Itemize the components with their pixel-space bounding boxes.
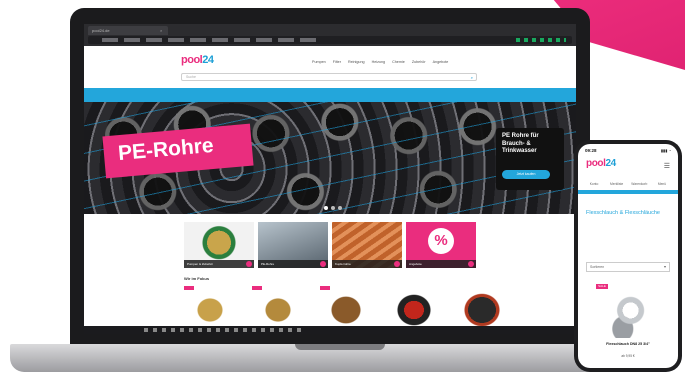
hero-banner[interactable]: PE-Rohre PE Rohre für Brauch- & Trinkwas… <box>84 102 576 214</box>
category-tile[interactable]: PE-Rohre <box>258 222 328 268</box>
phone-site-logo[interactable]: pool24 <box>586 158 616 169</box>
phone-header-icons: Konto Merkliste Warenkorb Menü <box>584 182 672 186</box>
laptop-screen: pool24.de × pool24 Pumpen Filter Reinigu… <box>84 24 576 334</box>
chevron-down-icon: ▾ <box>663 264 666 269</box>
nav-item-filter[interactable]: Filter <box>333 60 341 64</box>
arrow-icon <box>320 261 326 267</box>
carousel-dots[interactable] <box>324 206 342 210</box>
nav-item-angebote[interactable]: Angebote <box>433 60 449 64</box>
percent-icon: % <box>428 228 454 254</box>
carousel-dot[interactable] <box>331 206 335 210</box>
sale-badge <box>184 286 194 290</box>
sale-badge <box>252 286 262 290</box>
nav-item-reinigung[interactable]: Reinigung <box>348 60 365 64</box>
cart-icon[interactable]: Warenkorb <box>629 182 649 186</box>
main-nav: Pumpen Filter Reinigung Heizung Chemie Z… <box>312 60 448 64</box>
more-icon[interactable]: Menü <box>652 182 672 186</box>
sale-badge: SALE <box>596 284 608 289</box>
tab-close-icon[interactable]: × <box>160 26 162 35</box>
browser-tab[interactable]: pool24.de <box>88 26 168 35</box>
category-tile[interactable]: Pumpen & Zubehör <box>184 222 254 268</box>
search-icon[interactable]: ⌕ <box>471 75 473 81</box>
site-header: pool24 Pumpen Filter Reinigung Heizung C… <box>84 46 576 88</box>
arrow-icon <box>394 261 400 267</box>
carousel-dot[interactable] <box>324 206 328 210</box>
taskbar-icons[interactable] <box>144 328 304 332</box>
nav-item-zubehoer[interactable]: Zubehör <box>412 60 426 64</box>
category-tile[interactable]: % Angebote <box>406 222 476 268</box>
phone-clock: 09:28 <box>585 148 597 153</box>
category-tile[interactable]: Kupferrohre <box>332 222 402 268</box>
nav-item-heizung[interactable]: Heizung <box>372 60 386 64</box>
product-card[interactable] <box>456 286 508 326</box>
phone-screen: 09:28 ▮▮▮ ◔ pool24 ☰ Konto Merkliste War… <box>578 144 678 368</box>
wishlist-icon[interactable]: Merkliste <box>607 182 627 186</box>
phone-frame: 09:28 ▮▮▮ ◔ pool24 ☰ Konto Merkliste War… <box>574 140 682 372</box>
search-input[interactable]: Suche ⌕ <box>181 73 477 81</box>
product-card[interactable] <box>320 286 372 326</box>
category-bar <box>84 88 576 102</box>
nav-item-pumpen[interactable]: Pumpen <box>312 60 326 64</box>
browser-chrome: pool24.de × <box>84 24 576 46</box>
category-tiles: Pumpen & Zubehör PE-Rohre Kupferrohre % … <box>184 222 476 268</box>
category-title: Flexschlauch & Flexschläuche <box>586 210 660 216</box>
product-image[interactable] <box>602 292 654 338</box>
product-card[interactable] <box>252 286 304 326</box>
phone-category-bar <box>578 190 678 194</box>
carousel-dot[interactable] <box>338 206 342 210</box>
sort-select[interactable]: Sortieren ▾ <box>586 262 670 272</box>
nav-item-chemie[interactable]: Chemie <box>392 60 405 64</box>
menu-icon[interactable]: ☰ <box>664 162 670 170</box>
sale-badge <box>320 286 330 290</box>
hero-info-box: PE Rohre für Brauch- & Trinkwasser Jetzt… <box>496 128 564 190</box>
laptop-frame: pool24.de × pool24 Pumpen Filter Reinigu… <box>70 8 590 348</box>
account-icon[interactable]: Konto <box>584 182 604 186</box>
bookmarks-bar <box>102 38 322 42</box>
arrow-icon <box>468 261 474 267</box>
arrow-icon <box>246 261 252 267</box>
product-price: ab 9,95 € <box>621 354 635 358</box>
section-title: Wir im Fokus <box>184 276 210 281</box>
product-row <box>184 286 508 326</box>
product-name[interactable]: Flexschlauch DN8 25 3/4" <box>586 342 670 346</box>
product-card[interactable] <box>184 286 236 326</box>
product-card[interactable] <box>388 286 440 326</box>
signal-icon: ▮▮▮ ◔ <box>660 148 671 153</box>
site-logo[interactable]: pool24 <box>181 54 214 66</box>
extension-icons[interactable] <box>516 38 566 42</box>
hero-cta-button[interactable]: Jetzt kaufen <box>502 170 550 179</box>
